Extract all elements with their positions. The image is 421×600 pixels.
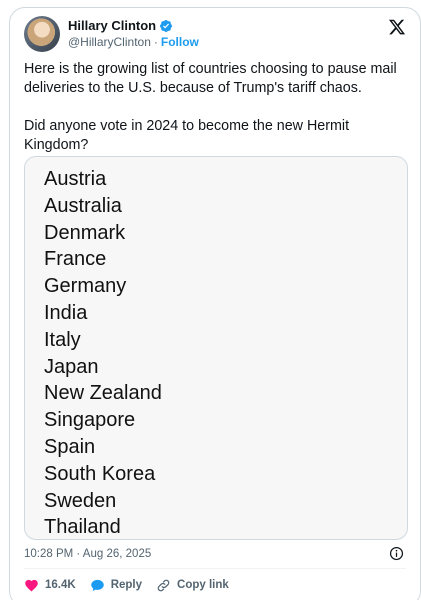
divider <box>24 568 406 569</box>
tweet-header: Hillary Clinton @HillaryClinton · Follow <box>24 16 406 56</box>
country-item: Thailand <box>44 516 121 539</box>
timestamp[interactable]: 10:28 PM · Aug 26, 2025 <box>24 548 151 560</box>
country-item: South Korea <box>44 462 156 485</box>
country-item: Australia <box>44 194 122 217</box>
country-item: Japan <box>44 355 99 378</box>
country-item: India <box>44 301 88 324</box>
country-item: Denmark <box>44 221 126 244</box>
follow-button[interactable]: Follow <box>161 35 199 50</box>
tweet-text-paragraph-1: Here is the growing list of countries ch… <box>24 61 397 96</box>
copy-link-label: Copy link <box>177 579 229 591</box>
author-handle[interactable]: @HillaryClinton <box>68 35 151 50</box>
action-bar: 16.4K Reply Copy link <box>24 574 229 596</box>
country-item: Singapore <box>44 409 136 432</box>
tweet-text: Here is the growing list of countries ch… <box>24 60 408 155</box>
separator-dot: · <box>153 35 158 49</box>
country-item: Sweden <box>44 489 117 512</box>
display-name[interactable]: Hillary Clinton <box>68 18 156 34</box>
x-logo-icon[interactable] <box>388 18 406 36</box>
info-icon[interactable] <box>389 546 404 561</box>
like-count: 16.4K <box>45 579 76 591</box>
country-item: New Zealand <box>44 382 162 405</box>
tweet-card: Hillary Clinton @HillaryClinton · Follow… <box>9 7 421 600</box>
reply-bubble-icon <box>90 579 104 591</box>
country-list: Austria Australia Denmark France Germany… <box>44 166 162 539</box>
country-item: Germany <box>44 275 127 298</box>
handle-row: @HillaryClinton · Follow <box>68 35 199 50</box>
heart-icon <box>25 579 38 591</box>
country-item: Austria <box>44 168 107 190</box>
tweet-image[interactable]: Austria Australia Denmark France Germany… <box>24 156 408 540</box>
country-item: Italy <box>44 328 81 351</box>
tweet-text-paragraph-2: Did anyone vote in 2024 to become the ne… <box>24 118 350 153</box>
timestamp-row: 10:28 PM · Aug 26, 2025 <box>24 545 406 563</box>
country-item: Spain <box>44 435 96 458</box>
reply-label: Reply <box>110 579 143 591</box>
country-item: France <box>44 248 107 271</box>
link-icon <box>157 579 170 591</box>
author-info: Hillary Clinton @HillaryClinton · Follow <box>68 18 199 50</box>
reply-button[interactable]: Reply <box>90 578 142 593</box>
avatar[interactable] <box>24 16 60 52</box>
verified-badge-icon <box>160 20 173 32</box>
display-name-row: Hillary Clinton <box>68 18 199 34</box>
copy-link-button[interactable]: Copy link <box>156 578 229 593</box>
like-button[interactable]: 16.4K <box>24 578 76 593</box>
